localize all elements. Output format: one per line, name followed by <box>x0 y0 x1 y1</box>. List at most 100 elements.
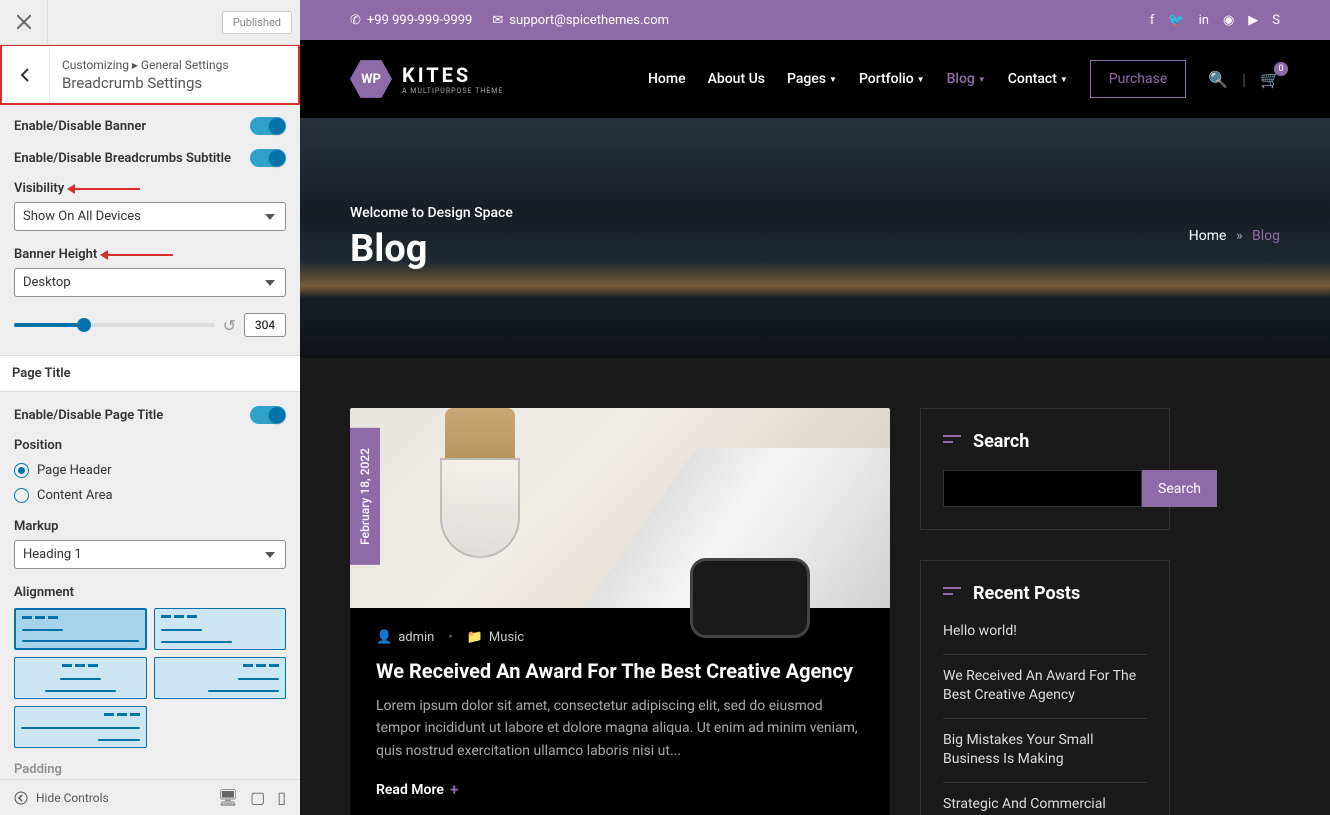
desktop-preview-icon[interactable]: 🖥 <box>218 788 238 807</box>
breadcrumb-trail: Home » Blog <box>1189 228 1280 244</box>
recent-post-item[interactable]: We Received An Award For The Best Creati… <box>943 655 1147 719</box>
enable-page-title-label: Enable/Disable Page Title <box>14 408 163 423</box>
close-customizer-button[interactable] <box>0 0 48 45</box>
image-phone <box>690 558 810 638</box>
visibility-select[interactable]: Show On All Devices <box>14 202 286 231</box>
nav-home[interactable]: Home <box>648 71 686 87</box>
nav-portfolio[interactable]: Portfolio▼ <box>859 71 925 87</box>
purchase-button[interactable]: Purchase <box>1090 60 1186 98</box>
markup-label: Markup <box>14 519 286 534</box>
enable-banner-label: Enable/Disable Banner <box>14 119 146 134</box>
nav-contact[interactable]: Contact▼ <box>1008 71 1068 87</box>
phone-icon: ✆ <box>350 13 361 28</box>
preview-topbar: ✆ +99 999-999-9999 ✉ support@spicethemes… <box>300 0 1330 40</box>
email-icon: ✉ <box>492 13 503 28</box>
read-more-link[interactable]: Read More + <box>376 780 864 799</box>
post-date-badge: February 18, 2022 <box>350 428 380 565</box>
linkedin-icon[interactable]: in <box>1199 13 1209 28</box>
image-coffee-maker <box>430 408 530 588</box>
position-content-area-radio[interactable]: Content Area <box>14 488 286 503</box>
chevron-down-icon: ▼ <box>829 75 837 84</box>
close-icon <box>17 15 31 29</box>
enable-page-title-toggle[interactable] <box>250 406 286 424</box>
sidebar-footer: Hide Controls 🖥 ▢ ▯ <box>0 779 300 815</box>
search-widget: Search Search <box>920 408 1170 530</box>
back-button[interactable] <box>2 46 50 103</box>
padding-label: Padding <box>14 762 286 777</box>
nav-pages[interactable]: Pages▼ <box>787 71 837 87</box>
facebook-icon[interactable]: f <box>1150 13 1155 28</box>
banner-height-label: Banner Height <box>14 247 97 262</box>
nav-about[interactable]: About Us <box>708 71 765 87</box>
post-card: February 18, 2022 👤 admin • 📁 Music <box>350 408 890 815</box>
alignment-label: Alignment <box>14 585 286 600</box>
skype-icon[interactable]: S <box>1272 13 1280 28</box>
breadcrumb-title: Breadcrumb Settings <box>62 74 286 92</box>
alignment-option-4[interactable] <box>154 657 287 699</box>
sidebar-content: Enable/Disable Banner Enable/Disable Bre… <box>0 105 300 779</box>
breadcrumb-path: Customizing ▸ General Settings <box>62 58 286 72</box>
chevron-down-icon: ▼ <box>978 75 986 84</box>
search-button[interactable]: Search <box>1142 470 1217 507</box>
page-title-section-header: Page Title <box>0 355 300 392</box>
chevron-left-icon <box>18 67 34 83</box>
post-category[interactable]: 📁 Music <box>467 630 524 645</box>
folder-icon: 📁 <box>467 630 483 645</box>
alignment-option-1[interactable] <box>14 608 147 650</box>
publish-button[interactable]: Published <box>222 11 292 34</box>
email-contact[interactable]: ✉ support@spicethemes.com <box>492 13 669 28</box>
logo-main-text: KITES <box>402 63 503 87</box>
post-featured-image[interactable]: February 18, 2022 <box>350 408 890 608</box>
collapse-icon <box>14 791 28 805</box>
customizer-sidebar: Published Customizing ▸ General Settings… <box>0 0 300 815</box>
position-page-header-radio[interactable]: Page Header <box>14 463 286 478</box>
annotation-arrow-icon <box>103 254 173 256</box>
nav-blog[interactable]: Blog▼ <box>947 71 986 87</box>
phone-contact[interactable]: ✆ +99 999-999-9999 <box>350 13 472 28</box>
sidebar-topbar: Published <box>0 0 300 45</box>
twitter-icon[interactable]: 🐦 <box>1168 13 1184 28</box>
plus-icon: + <box>450 780 459 799</box>
alignment-option-5[interactable] <box>14 706 147 748</box>
post-title[interactable]: We Received An Award For The Best Creati… <box>376 659 864 683</box>
tablet-preview-icon[interactable]: ▢ <box>250 788 265 807</box>
banner-height-input[interactable] <box>244 313 286 337</box>
enable-subtitle-toggle[interactable] <box>250 149 286 167</box>
hide-controls-button[interactable]: Hide Controls <box>14 791 109 805</box>
enable-subtitle-label: Enable/Disable Breadcrumbs Subtitle <box>14 151 231 166</box>
cart-button[interactable]: 🛒 0 <box>1260 70 1280 89</box>
breadcrumb-header: Customizing ▸ General Settings Breadcrum… <box>0 45 300 105</box>
reset-slider-icon[interactable]: ↺ <box>223 316 236 335</box>
recent-post-item[interactable]: Hello world! <box>943 622 1147 655</box>
banner-subtitle: Welcome to Design Space <box>350 205 1280 221</box>
mobile-preview-icon[interactable]: ▯ <box>277 788 286 807</box>
enable-banner-toggle[interactable] <box>250 117 286 135</box>
site-logo[interactable]: WP KITES A MULTIPURPOSE THEME <box>350 58 503 100</box>
banner-title: Blog <box>350 227 1280 271</box>
markup-select[interactable]: Heading 1 <box>14 540 286 569</box>
search-icon[interactable]: 🔍 <box>1208 70 1228 89</box>
breadcrumb-home[interactable]: Home <box>1189 228 1227 244</box>
visibility-label: Visibility <box>14 181 64 196</box>
radio-unchecked-icon <box>14 488 29 503</box>
chevron-down-icon: ▼ <box>1060 75 1068 84</box>
search-widget-title: Search <box>943 431 1147 452</box>
alignment-option-3[interactable] <box>14 657 147 699</box>
position-label: Position <box>14 438 286 453</box>
preview-navbar: WP KITES A MULTIPURPOSE THEME Home About… <box>300 40 1330 118</box>
youtube-icon[interactable]: ▶ <box>1248 13 1258 28</box>
instagram-icon[interactable]: ◉ <box>1223 13 1234 28</box>
annotation-arrow-icon <box>70 188 140 190</box>
banner-height-slider[interactable] <box>14 323 215 327</box>
user-icon: 👤 <box>376 630 392 645</box>
banner-height-device-select[interactable]: Desktop <box>14 268 286 297</box>
page-content: February 18, 2022 👤 admin • 📁 Music <box>300 358 1330 815</box>
post-author[interactable]: 👤 admin <box>376 630 434 645</box>
post-excerpt: Lorem ipsum dolor sit amet, consectetur … <box>376 695 864 762</box>
cart-count-badge: 0 <box>1274 62 1288 76</box>
search-input[interactable] <box>943 470 1142 507</box>
page-banner: Welcome to Design Space Blog Home » Blog <box>300 118 1330 358</box>
recent-post-item[interactable]: Strategic And Commercial Approach With I… <box>943 783 1147 815</box>
alignment-option-2[interactable] <box>154 608 287 650</box>
recent-post-item[interactable]: Big Mistakes Your Small Business Is Maki… <box>943 719 1147 783</box>
